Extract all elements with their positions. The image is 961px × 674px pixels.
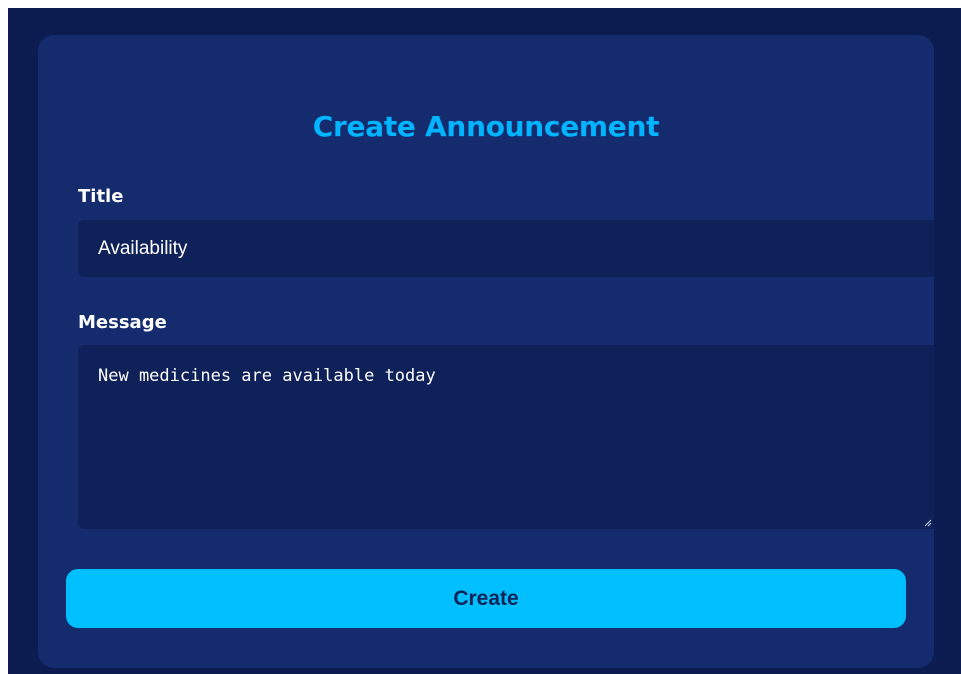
title-input[interactable] [78,220,934,277]
announcement-form-card: Create Announcement Title Message New me… [38,35,934,668]
title-label: Title [78,186,124,207]
form-heading: Create Announcement [312,110,660,143]
message-label: Message [78,312,167,333]
message-textarea[interactable]: New medicines are available today [78,345,934,529]
create-button[interactable]: Create [66,569,906,628]
resize-grip-icon[interactable] [924,519,932,527]
page-background: Create Announcement Title Message New me… [8,8,961,674]
